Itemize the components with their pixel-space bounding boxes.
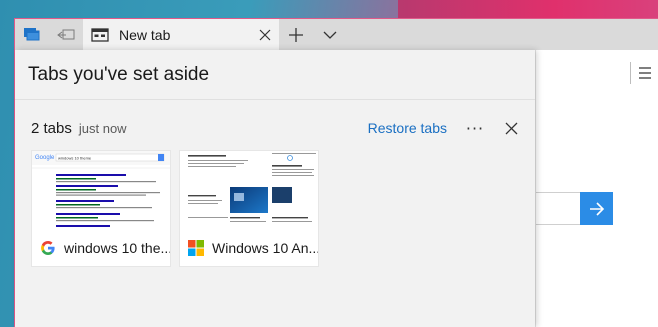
tab-title: New tab: [119, 27, 171, 43]
page-preview: [180, 151, 318, 229]
set-tabs-aside-button[interactable]: [49, 19, 83, 51]
tabs-aside-button[interactable]: [15, 19, 49, 51]
google-icon: [41, 241, 55, 255]
new-tab-button[interactable]: [279, 19, 313, 51]
saved-tab-label: Windows 10 An...: [180, 229, 318, 267]
browser-window: New tab Tabs you've set aside 2 tabs jus…: [14, 18, 658, 327]
divider: [630, 62, 631, 84]
page-preview: Google windows 10 theme: [32, 151, 170, 229]
saved-tab-label: windows 10 the...: [32, 229, 170, 267]
chevron-down-icon: [323, 31, 337, 39]
panel-title: Tabs you've set aside: [28, 63, 210, 85]
restore-tabs-link[interactable]: Restore tabs: [368, 120, 447, 136]
plus-icon: [289, 28, 303, 42]
page-content: [535, 50, 658, 327]
search-input[interactable]: [536, 192, 580, 225]
remove-group-button[interactable]: [501, 118, 521, 138]
close-icon: [505, 122, 517, 134]
hamburger-icon: [639, 67, 651, 79]
svg-text:Google: Google: [35, 155, 55, 161]
search-results-preview: Google windows 10 theme: [32, 151, 170, 227]
tab-preview-toggle-button[interactable]: [313, 19, 347, 51]
preview-search-text: windows 10 theme: [58, 156, 92, 161]
set-aside-icon: [57, 29, 75, 40]
panel-header: Tabs you've set aside: [15, 50, 535, 100]
tab-count: 2 tabs: [31, 119, 72, 137]
tab-new-tab[interactable]: New tab: [83, 19, 279, 51]
saved-tab-title: Windows 10 An...: [212, 240, 318, 256]
tabs-aside-panel: Tabs you've set aside 2 tabs just now Re…: [15, 50, 535, 327]
arrow-right-icon: [589, 201, 604, 216]
timestamp: just now: [78, 120, 127, 136]
close-icon: [259, 29, 271, 41]
new-tab-page-icon: [91, 28, 109, 42]
tabs-aside-icon: [24, 28, 40, 41]
close-tab-button[interactable]: [251, 21, 279, 49]
article-preview: [188, 153, 316, 222]
saved-tab-title: windows 10 the...: [64, 240, 170, 256]
tab-bar: New tab: [15, 18, 658, 51]
menu-button[interactable]: [630, 58, 658, 88]
more-options-button[interactable]: ···: [465, 119, 485, 138]
saved-tab-card[interactable]: Google windows 10 theme windows 10 the..…: [31, 150, 171, 267]
saved-tab-card[interactable]: Windows 10 An...: [179, 150, 319, 267]
windows-logo-icon: [188, 240, 204, 256]
search-submit-button[interactable]: [580, 192, 613, 225]
tab-group-header: 2 tabs just now Restore tabs ···: [31, 116, 521, 140]
